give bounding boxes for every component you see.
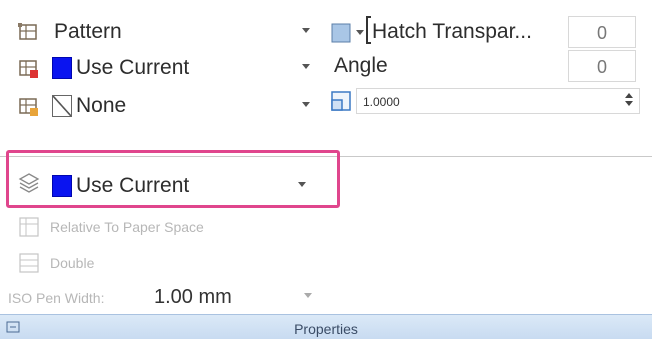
none-color-swatch	[52, 95, 72, 117]
blue-color-swatch	[52, 57, 72, 79]
panel-title: Properties	[294, 321, 358, 337]
angle-value: 0	[597, 57, 608, 77]
transparency-icon	[330, 22, 352, 44]
transparency-value-field[interactable]: 0	[568, 16, 636, 48]
scale-value: 1.0000	[363, 95, 400, 109]
transparency-type-chevron-icon[interactable]	[356, 30, 364, 35]
hatch-type-dropdown[interactable]: Pattern	[46, 14, 316, 50]
hatch-type-value: Pattern	[54, 20, 122, 43]
relative-paper-space-icon	[18, 216, 40, 238]
iso-pen-width-value: 1.00 mm	[154, 286, 232, 308]
hatch-color-dropdown[interactable]: Use Current	[46, 50, 316, 86]
angle-value-field[interactable]: 0	[568, 50, 636, 82]
hatch-background-icon	[18, 96, 40, 118]
spinner-down-icon[interactable]	[625, 101, 633, 106]
chevron-down-icon	[304, 293, 312, 298]
iso-pen-width-label: ISO Pen Width:	[8, 290, 105, 306]
angle-label: Angle	[334, 54, 388, 77]
scale-icon	[330, 90, 352, 112]
scale-spinner[interactable]	[620, 88, 638, 110]
transparency-value: 0	[597, 23, 608, 43]
relative-paper-space-button[interactable]: Relative To Paper Space	[50, 219, 204, 235]
properties-panel-bar[interactable]: Properties	[0, 314, 652, 339]
highlight-box	[6, 150, 340, 208]
double-hatch-icon	[18, 252, 40, 274]
hatch-color-value: Use Current	[76, 56, 190, 79]
scale-field[interactable]: 1.0000	[356, 88, 640, 114]
hatch-background-value: None	[76, 94, 127, 117]
chevron-down-icon	[302, 28, 310, 33]
iso-pen-width-dropdown[interactable]: 1.00 mm	[148, 280, 318, 312]
chevron-down-icon	[302, 64, 310, 69]
angle-field[interactable]: Angle	[324, 50, 568, 82]
hatch-background-dropdown[interactable]: None	[46, 88, 316, 124]
hatch-type-icon	[18, 22, 40, 44]
hatch-color-icon	[18, 58, 40, 80]
spinner-up-icon[interactable]	[625, 93, 633, 98]
transparency-label: Hatch Transpar...	[372, 20, 532, 43]
chevron-down-icon	[302, 102, 310, 107]
double-hatch-button[interactable]: Double	[50, 255, 94, 271]
transparency-field[interactable]: Hatch Transpar...	[364, 16, 568, 48]
transparency-bracket	[366, 16, 371, 44]
